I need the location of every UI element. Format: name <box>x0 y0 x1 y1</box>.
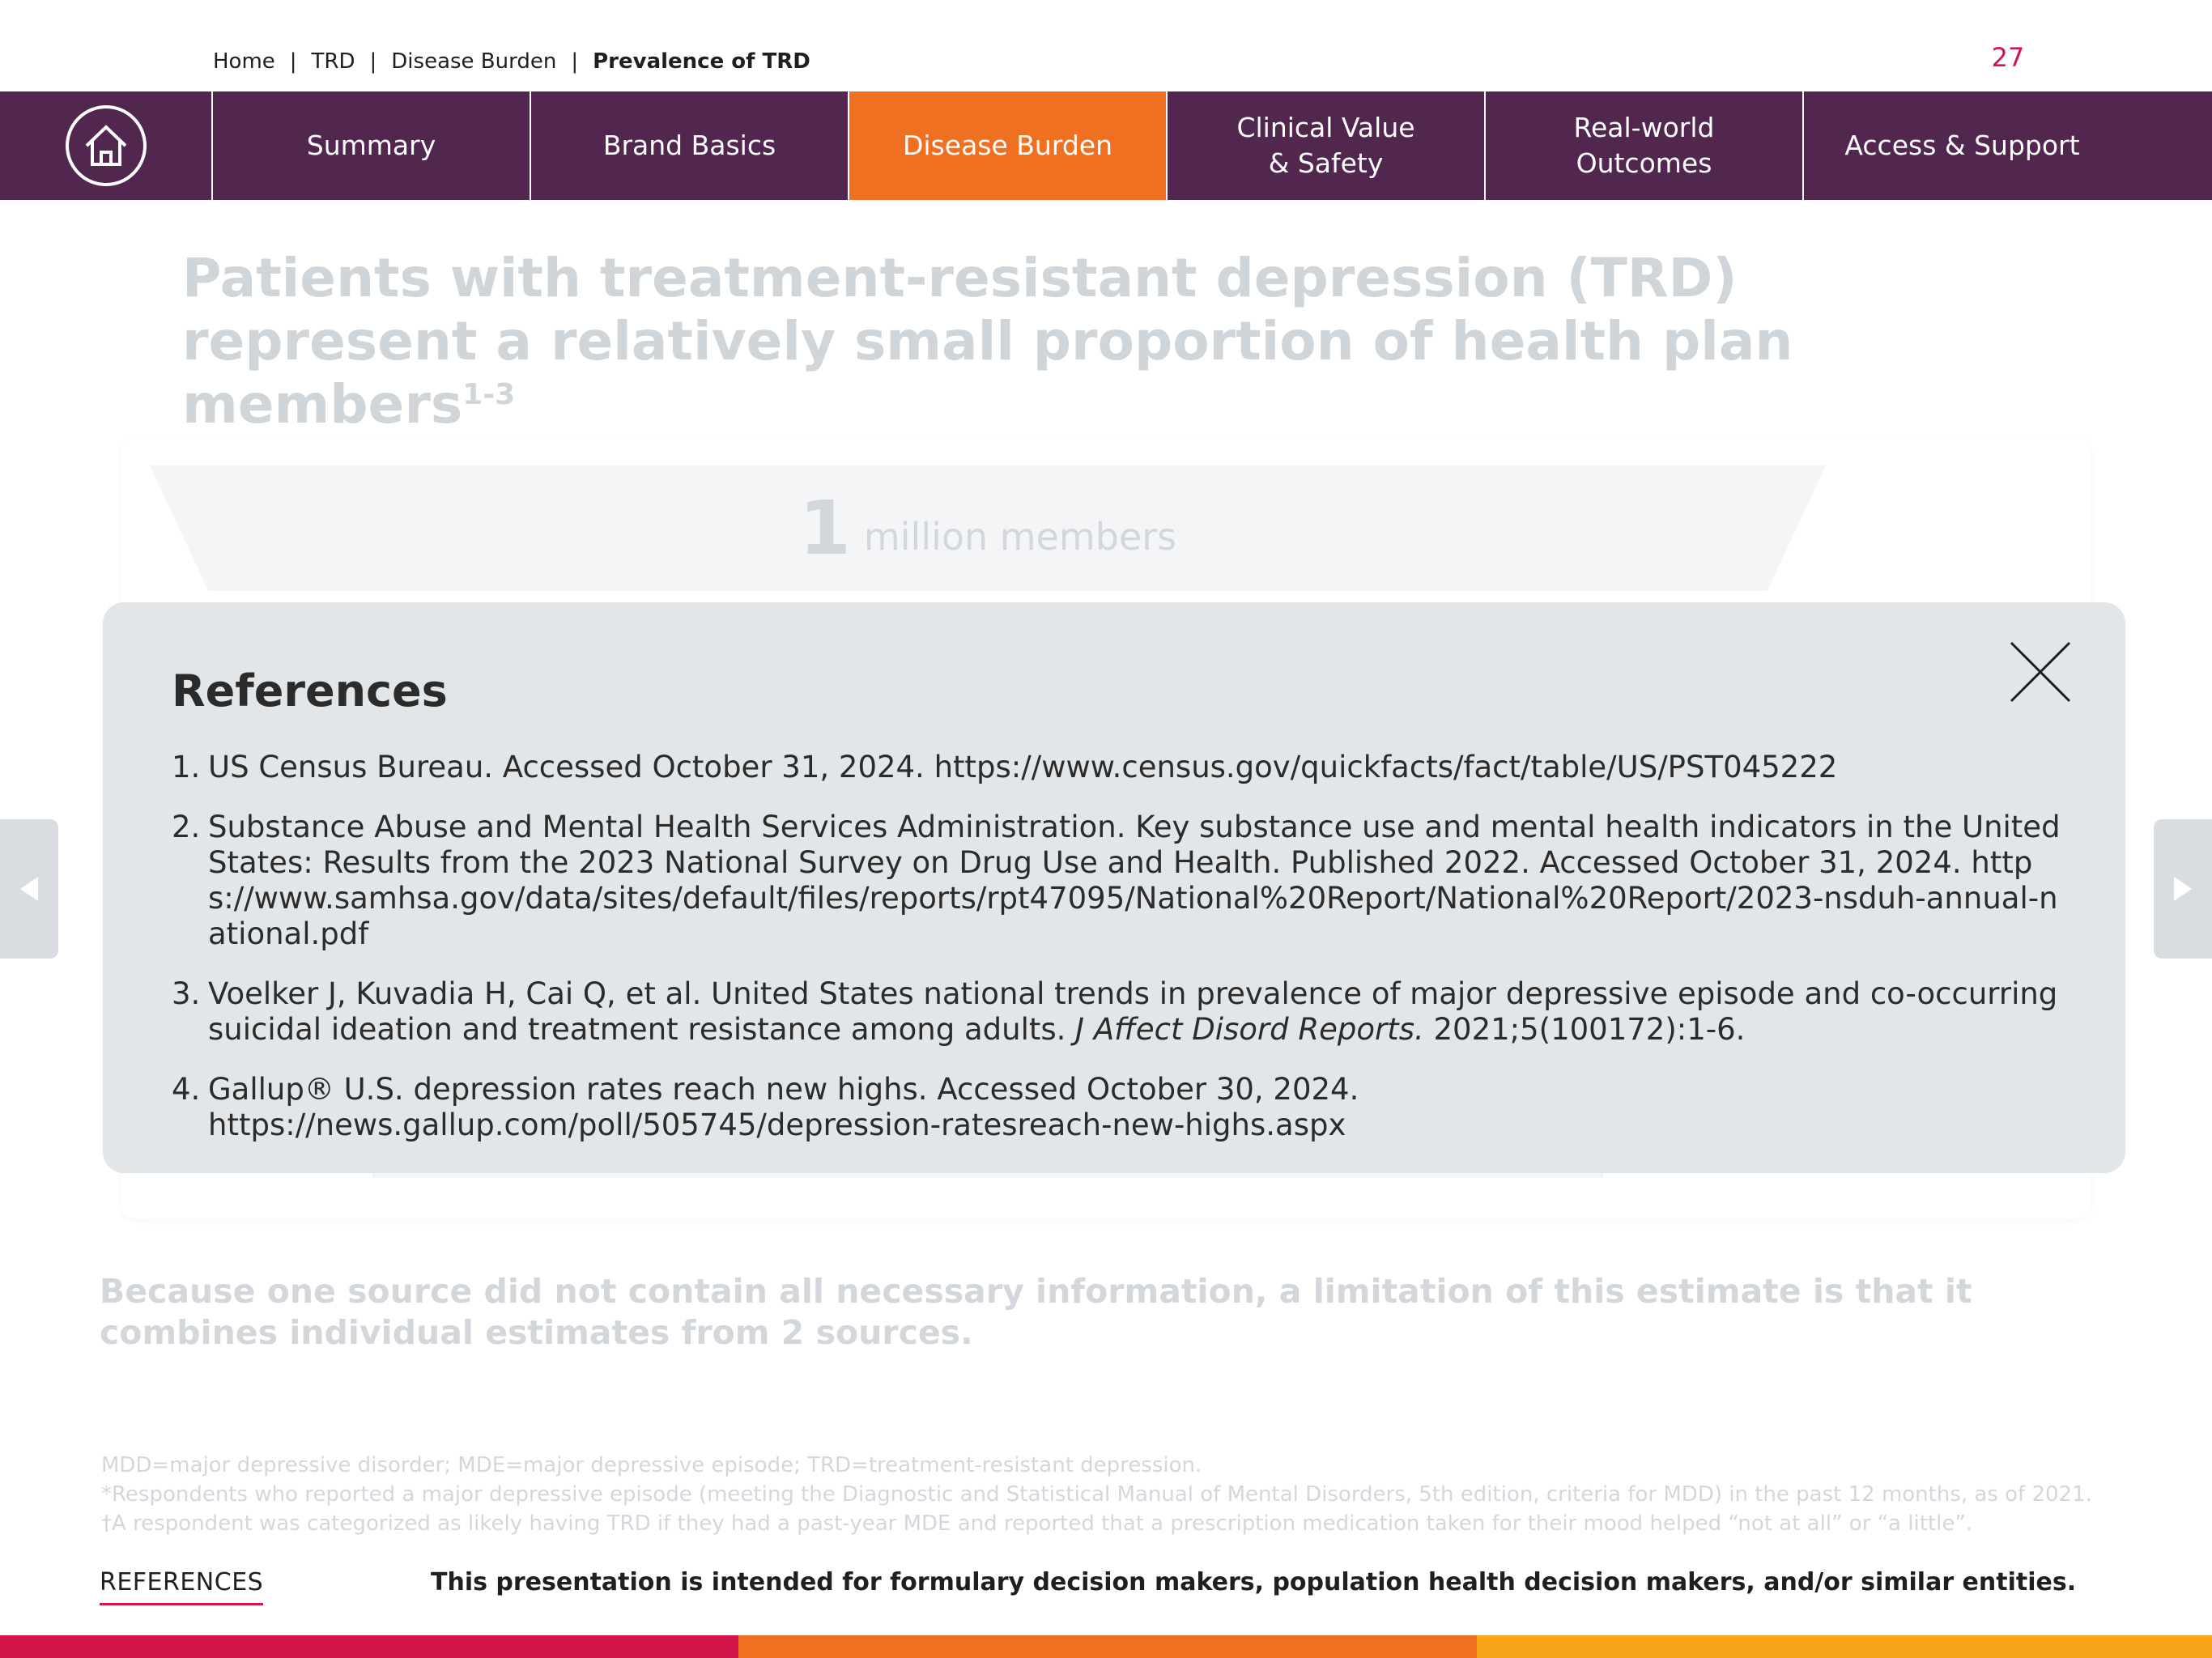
footnote-asterisk: *Respondents who reported a major depres… <box>101 1482 2092 1507</box>
bottom-bar-segment-yellow <box>1477 1635 2212 1658</box>
footnote-dagger: †A respondent was categorized as likely … <box>101 1511 1973 1536</box>
arrow-left-icon <box>20 877 38 901</box>
reference-text: Voelker J, Kuvadia H, Cai Q, et al. Unit… <box>208 976 2066 1048</box>
footnote-abbreviations: MDD=major depressive disorder; MDE=major… <box>101 1453 1202 1477</box>
reference-item: 4. Gallup® U.S. depression rates reach n… <box>172 1072 2066 1143</box>
reference-text: Substance Abuse and Mental Health Servic… <box>208 810 2061 951</box>
breadcrumb-home[interactable]: Home <box>213 49 275 74</box>
reference-number: 1. <box>172 750 201 784</box>
reference-number: 3. <box>172 976 201 1011</box>
references-list: 1. US Census Bureau. Accessed October 31… <box>172 750 2066 1167</box>
close-icon[interactable] <box>2010 641 2071 703</box>
nav-tab-access-support[interactable]: Access & Support <box>1804 91 2121 200</box>
reference-number: 2. <box>172 810 201 844</box>
breadcrumb: Home | TRD | Disease Burden | Prevalence… <box>213 47 810 76</box>
page-number: 27 <box>1991 42 2025 73</box>
nav-tab-clinical-value[interactable]: Clinical Value & Safety <box>1168 91 1486 200</box>
nav-tab-summary[interactable]: Summary <box>213 91 531 200</box>
bottom-bar-segment-red <box>0 1635 738 1658</box>
headline-superscript: 1-3 <box>462 378 516 411</box>
footnotes: MDD=major depressive disorder; MDE=major… <box>101 1451 2125 1538</box>
breadcrumb-disease-burden[interactable]: Disease Burden <box>391 49 556 74</box>
breadcrumb-separator: | <box>571 49 579 74</box>
home-icon <box>65 105 147 186</box>
reference-item: 1. US Census Bureau. Accessed October 31… <box>172 750 2066 785</box>
reference-text: US Census Bureau. Accessed October 31, 2… <box>208 750 1838 784</box>
bottom-color-bar <box>0 1635 2212 1658</box>
funnel-top-tier: 1 million members <box>150 466 1826 591</box>
main-nav: Summary Brand Basics Disease Burden Clin… <box>0 91 2212 200</box>
funnel-top-label: million members <box>863 514 1177 559</box>
breadcrumb-separator: | <box>289 49 297 74</box>
nav-home-button[interactable] <box>0 91 213 200</box>
reference-item: 3. Voelker J, Kuvadia H, Cai Q, et al. U… <box>172 976 2066 1048</box>
reference-item: 2. Substance Abuse and Mental Health Ser… <box>172 810 2066 952</box>
funnel-top-number: 1 <box>798 485 851 572</box>
modal-title: References <box>172 665 448 716</box>
page-headline: Patients with treatment-resistant depres… <box>182 247 1963 436</box>
audience-disclaimer: This presentation is intended for formul… <box>431 1568 2077 1596</box>
headline-text: Patients with treatment-resistant depres… <box>182 247 1793 436</box>
breadcrumb-trd[interactable]: TRD <box>312 49 355 74</box>
nav-tab-brand-basics[interactable]: Brand Basics <box>531 91 849 200</box>
arrow-right-icon <box>2174 877 2192 901</box>
nav-tab-disease-burden[interactable]: Disease Burden <box>849 91 1168 200</box>
breadcrumb-separator: | <box>369 49 377 74</box>
limitation-statement: Because one source did not contain all n… <box>100 1272 1972 1352</box>
breadcrumb-current: Prevalence of TRD <box>593 49 810 74</box>
bottom-bar-segment-orange <box>738 1635 1477 1658</box>
references-modal: References 1. US Census Bureau. Accessed… <box>103 602 2125 1173</box>
references-link[interactable]: REFERENCES <box>100 1568 264 1605</box>
next-page-button[interactable] <box>2154 819 2212 959</box>
previous-page-button[interactable] <box>0 819 58 959</box>
reference-number: 4. <box>172 1072 201 1107</box>
reference-text: Gallup® U.S. depression rates reach new … <box>208 1072 1359 1142</box>
nav-tab-real-world-outcomes[interactable]: Real-world Outcomes <box>1486 91 1804 200</box>
reference-text-part: 2021;5(100172):1-6. <box>1423 1012 1746 1047</box>
reference-journal: J Affect Disord Reports. <box>1075 1012 1424 1047</box>
